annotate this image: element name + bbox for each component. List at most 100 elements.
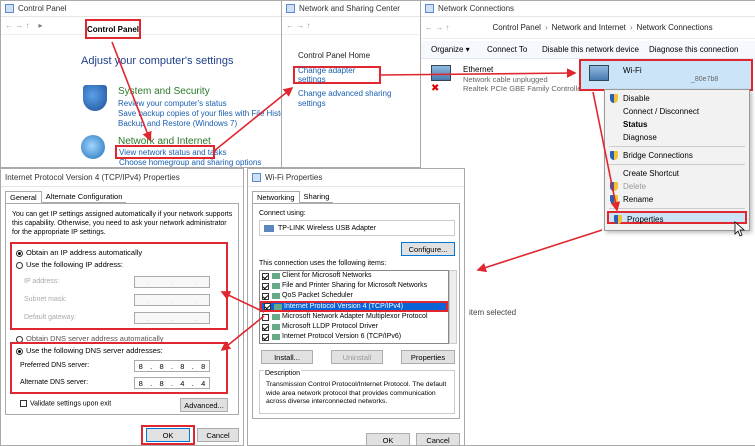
description-text: Transmission Control Protocol/Internet P… [266, 381, 447, 405]
ethernet-icon [431, 65, 451, 81]
list-item[interactable]: Microsoft LLDP Protocol Driver [260, 322, 448, 332]
items-list[interactable]: Client for Microsoft Networks File and P… [259, 270, 449, 344]
ok-button[interactable]: OK [366, 433, 410, 445]
network-icon [286, 4, 295, 13]
ip-address-field[interactable]: ... [134, 276, 210, 288]
link-file-history[interactable]: Save backup copies of your files with Fi… [118, 109, 281, 118]
protocol-icon [274, 303, 282, 310]
subnet-mask-field[interactable]: ... [134, 294, 210, 306]
cancel-button[interactable]: Cancel [416, 433, 460, 445]
checkbox-checked-icon [262, 333, 269, 341]
networking-panel: Connect using: TP-LINK Wireless USB Adap… [252, 203, 460, 419]
ethernet-adapter[interactable]: ✖ Ethernet Network cable unplugged Realt… [429, 63, 584, 97]
view-network-status-highlight [115, 145, 215, 159]
tab-general[interactable]: General [5, 191, 42, 203]
menu-status[interactable]: Status [605, 118, 749, 131]
list-item[interactable]: QoS Packet Scheduler [260, 291, 448, 301]
list-item-ipv4[interactable]: Internet Protocol Version 4 (TCP/IPv4) [260, 301, 448, 312]
disable-device-button[interactable]: Disable this network device [542, 45, 639, 54]
link-review-status[interactable]: Review your computer's status [118, 99, 227, 108]
menu-disable[interactable]: Disable [605, 92, 749, 105]
alternate-dns-field[interactable]: 8.8.4.4 [134, 377, 210, 389]
checkbox-checked-icon [264, 303, 271, 310]
menu-properties[interactable]: Properties [607, 211, 747, 224]
breadcrumb-control-panel[interactable]: Control Panel [492, 23, 540, 32]
radio-selected-icon [16, 347, 23, 355]
list-scrollbar[interactable] [449, 270, 457, 344]
nav-arrows-icon[interactable]: ← → ↑ [286, 21, 310, 30]
link-homegroup[interactable]: Choose homegroup and sharing options [119, 158, 261, 167]
ethernet-name: Ethernet [463, 65, 494, 74]
component-icon [272, 273, 280, 279]
control-panel-breadcrumb-highlight[interactable]: Control Panel [85, 19, 141, 39]
error-x-icon: ✖ [431, 83, 440, 94]
wifi-properties-titlebar: Wi-Fi Properties [248, 169, 464, 187]
menu-delete[interactable]: Delete [605, 180, 749, 193]
obtain-ip-auto-radio[interactable]: Obtain an IP address automatically [16, 248, 142, 257]
address-bar[interactable]: ← → ↑ Control Panel › Network and Intern… [421, 17, 755, 39]
connect-to-button[interactable]: Connect To [487, 45, 527, 54]
general-panel: You can get IP settings assigned automat… [5, 203, 239, 415]
menu-connect-disconnect[interactable]: Connect / Disconnect [605, 105, 749, 118]
tab-networking[interactable]: Networking [252, 191, 300, 203]
breadcrumb-control-panel[interactable]: Control Panel [87, 25, 139, 34]
list-item[interactable]: File and Printer Sharing for Microsoft N… [260, 281, 448, 291]
validate-checkbox[interactable]: Validate settings upon exit [20, 400, 111, 407]
properties-button[interactable]: Properties [401, 350, 455, 364]
default-gateway-field[interactable]: ... [134, 312, 210, 324]
link-backup-restore[interactable]: Backup and Restore (Windows 7) [118, 119, 237, 128]
install-button[interactable]: Install... [261, 350, 313, 364]
component-icon [272, 324, 280, 330]
menu-create-shortcut[interactable]: Create Shortcut [605, 167, 749, 180]
link-change-adapter-settings[interactable]: Change adapter settings [298, 66, 379, 84]
wifi-icon [589, 65, 609, 81]
diagnose-button[interactable]: Diagnose this connection [649, 45, 738, 54]
configure-button[interactable]: Configure... [401, 242, 455, 256]
list-item[interactable]: Microsoft Network Adapter Multiplexor Pr… [260, 312, 448, 322]
uninstall-button[interactable]: Uninstall [331, 350, 383, 364]
link-advanced-sharing[interactable]: Change advanced sharing settings [298, 89, 398, 109]
link-control-panel-home[interactable]: Control Panel Home [298, 51, 370, 60]
change-adapter-settings-highlight[interactable]: Change adapter settings [293, 66, 381, 84]
menu-rename[interactable]: Rename [605, 193, 749, 206]
preferred-dns-field[interactable]: 8.8.8.8 [134, 360, 210, 372]
items-label: This connection uses the following items… [259, 260, 387, 267]
radio-selected-icon [16, 249, 23, 257]
shield-icon [610, 94, 618, 103]
component-icon [272, 283, 280, 289]
nav-arrows-icon[interactable]: ← → ↑ [425, 23, 449, 32]
menu-diagnose[interactable]: Diagnose [605, 131, 749, 144]
checkbox-checked-icon [262, 272, 269, 280]
tab-alternate-configuration[interactable]: Alternate Configuration [41, 191, 127, 203]
adapter-icon [264, 224, 274, 232]
ethernet-device: Realtek PCIe GBE Family Controller [463, 84, 584, 93]
wifi-status: _80e7b8 [691, 76, 719, 83]
breadcrumb-network-connections[interactable]: Network Connections [637, 23, 713, 32]
connect-using-label: Connect using: [259, 210, 306, 217]
address-bar[interactable]: ← → ↑ [282, 17, 420, 35]
list-item[interactable]: Internet Protocol Version 6 (TCP/IPv6) [260, 332, 448, 342]
component-icon [272, 314, 280, 320]
breadcrumb-network-internet[interactable]: Network and Internet [552, 23, 626, 32]
component-icon [272, 293, 280, 299]
organize-button[interactable]: Organize ▾ [431, 45, 470, 54]
ok-button[interactable]: OK [146, 428, 190, 442]
control-panel-icon [5, 4, 14, 13]
shield-icon [614, 215, 622, 224]
tab-sharing[interactable]: Sharing [299, 191, 334, 203]
cancel-button[interactable]: Cancel [197, 428, 239, 442]
section-title-system[interactable]: System and Security [118, 86, 210, 97]
subnet-mask-label: Subnet mask: [24, 296, 67, 303]
advanced-button[interactable]: Advanced... [180, 398, 228, 412]
wifi-properties-dialog: Wi-Fi Properties Networking Sharing Conn… [247, 168, 465, 446]
address-bar[interactable]: ← → ↑ ▸ [1, 17, 281, 35]
network-icon [252, 173, 261, 182]
menu-bridge[interactable]: Bridge Connections [605, 149, 749, 162]
shield-icon [610, 195, 618, 204]
use-following-dns-radio[interactable]: Use the following DNS server addresses: [16, 346, 163, 355]
use-following-ip-radio[interactable]: Use the following IP address: [16, 260, 123, 269]
nav-arrows-icon[interactable]: ← → ↑ [5, 21, 29, 30]
list-item[interactable]: Client for Microsoft Networks [260, 271, 448, 281]
wifi-adapter[interactable]: Wi-Fi _80e7b8 [579, 59, 753, 91]
sharing-center-window: Network and Sharing Center ← → ↑ Control… [281, 0, 421, 168]
